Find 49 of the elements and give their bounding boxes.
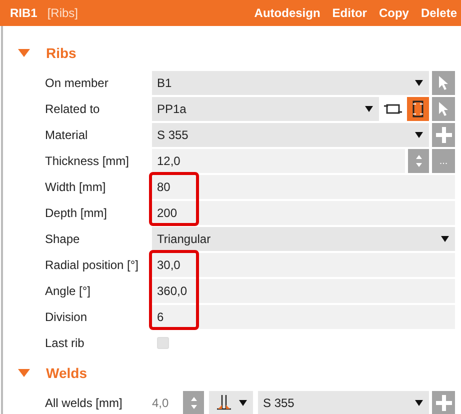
field-label: Last rib [45,336,86,350]
up-down-arrows-icon [414,153,422,169]
input-field[interactable]: 200 [152,201,455,225]
dropdown-field[interactable]: S 355 [152,123,429,147]
dropdown-caret-icon [415,400,423,406]
frame-button[interactable] [407,97,429,121]
dropdown-field[interactable]: PP1a [152,97,379,121]
spinner-button[interactable] [408,149,429,173]
object-title: RIB1 [10,6,38,20]
input-field[interactable]: 6 [152,305,455,329]
dropdown-caret-icon [441,236,449,242]
field-label: Thickness [mm] [45,154,130,168]
field-label: Width [mm] [45,180,107,194]
plus-icon [436,127,452,143]
frame-icon [412,100,424,118]
field-label: On member [45,76,110,90]
add-button[interactable] [432,391,455,414]
field-label: Angle [°] [45,284,92,298]
input-field[interactable]: 80 [152,175,455,199]
cursor-icon [438,75,450,91]
dropdown-caret-icon [415,80,423,86]
input-field[interactable]: 30,0 [152,253,455,277]
dropdown-field[interactable]: B1 [152,71,429,95]
plus-icon [436,395,452,411]
field-label: All welds [mm] [45,396,124,410]
weld-size-value: 4,0 [152,396,170,410]
field-label: Radial position [°] [45,258,140,272]
field-label: Shape [45,232,81,246]
dropdown-field[interactable]: S 355 [258,391,429,414]
weld-type-dropdown[interactable] [209,391,253,414]
field-label: Related to [45,102,101,116]
checkbox[interactable] [157,337,169,349]
object-type: [Ribs] [47,6,78,20]
rectangle-icon [384,102,402,116]
up-down-arrows-icon [190,395,198,411]
field-label: Division [45,310,88,324]
dropdown-caret-icon [239,400,247,406]
weld-icon [215,394,233,412]
cursor-icon [438,101,450,117]
dropdown-caret-icon [415,132,423,138]
collapse-icon[interactable] [18,369,30,377]
input-field[interactable]: 360,0 [152,279,455,303]
spinner-button[interactable] [183,391,204,414]
dropdown-field[interactable]: Triangular [152,227,455,251]
dropdown-caret-icon [365,106,373,112]
field-label: Depth [mm] [45,206,108,220]
collapse-icon[interactable] [18,49,30,57]
input-field[interactable]: 12,0 [152,149,405,173]
field-label: Material [45,128,89,142]
